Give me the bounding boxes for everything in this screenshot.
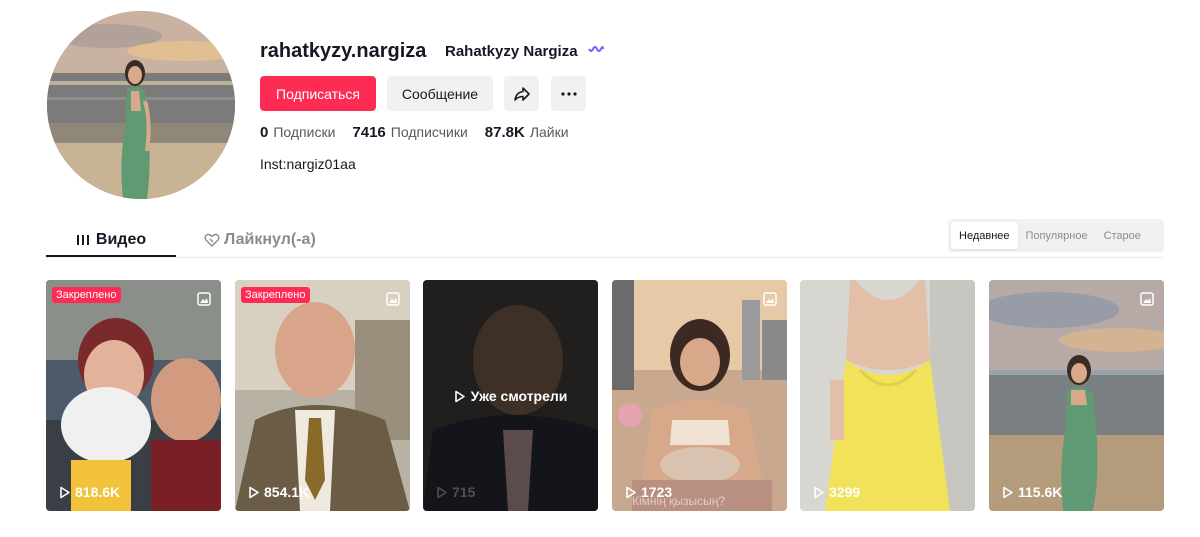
video-card[interactable]: Закреплено 854.1K: [235, 280, 410, 511]
likes-label: Лайки: [529, 124, 569, 140]
following-count: 0: [260, 124, 269, 141]
view-count: 1723: [625, 484, 672, 500]
tab-videos-label: Видео: [95, 231, 147, 248]
play-icon: [626, 486, 636, 498]
more-button[interactable]: [551, 76, 586, 111]
view-count: 715: [436, 484, 475, 500]
play-icon: [437, 486, 447, 498]
tab-liked-label: Лайкнул(-а): [224, 231, 316, 248]
sort-recent[interactable]: Недавнее: [951, 222, 1018, 249]
view-count-value: 115.6K: [1018, 484, 1063, 500]
followers-count: 7416: [352, 124, 386, 141]
avatar[interactable]: [47, 11, 235, 199]
video-card[interactable]: 3299: [800, 280, 975, 511]
view-count: 818.6K: [59, 484, 120, 500]
share-icon: [513, 86, 530, 101]
video-card[interactable]: Кімнің қызысың? 1723: [612, 280, 787, 511]
video-thumbnail: [612, 280, 787, 511]
play-icon: [1003, 486, 1013, 498]
photo-icon: [386, 292, 400, 306]
followers-label: Подписчики: [390, 124, 468, 140]
likes-stat: 87.8K Лайки: [485, 124, 569, 141]
video-card[interactable]: 115.6K: [989, 280, 1164, 511]
play-icon: [60, 486, 70, 498]
view-count-value: 3299: [829, 484, 861, 500]
profile-stats: 0 Подписки 7416 Подписчики 87.8K Лайки: [260, 124, 586, 141]
grid-icon: [76, 235, 89, 245]
video-card[interactable]: Уже смотрели 715: [423, 280, 598, 511]
liked-heart-icon: [204, 233, 220, 247]
sort-popular[interactable]: Популярное: [1018, 222, 1096, 249]
photo-icon: [763, 292, 777, 306]
video-thumbnail: [989, 280, 1164, 511]
view-count-value: 715: [452, 484, 476, 500]
tab-videos[interactable]: Видео: [46, 222, 176, 258]
view-count: 3299: [813, 484, 860, 500]
avatar-photo: [47, 11, 235, 199]
tabs-divider: [46, 257, 1164, 258]
photo-icon: [1140, 292, 1154, 306]
view-count: 854.1K: [248, 484, 309, 500]
pinned-badge: Закреплено: [52, 287, 121, 303]
play-icon: [249, 486, 259, 498]
view-count: 115.6K: [1002, 484, 1062, 500]
bio: Inst:nargiz01aa: [260, 156, 356, 172]
following-stat[interactable]: 0 Подписки: [260, 124, 335, 141]
video-thumbnail: [800, 280, 975, 511]
video-thumbnail: [235, 280, 410, 511]
followers-stat[interactable]: 7416 Подписчики: [352, 124, 467, 141]
view-count-value: 854.1K: [264, 484, 310, 500]
play-icon: [454, 390, 465, 402]
more-icon: [560, 91, 577, 96]
photo-icon: [197, 292, 211, 306]
likes-count: 87.8K: [484, 124, 525, 141]
video-card[interactable]: Закреплено 818.6K: [46, 280, 221, 511]
message-button[interactable]: Сообщение: [387, 76, 493, 111]
sort-oldest[interactable]: Старое: [1096, 222, 1149, 249]
sort-selector: Недавнее Популярное Старое: [948, 219, 1164, 252]
share-button[interactable]: [504, 76, 539, 111]
video-thumbnail: [46, 280, 221, 511]
watched-label-text: Уже смотрели: [470, 388, 568, 404]
view-count-value: 1723: [641, 484, 673, 500]
nickname: Rahatkyzy Nargiza: [445, 43, 578, 60]
view-count-value: 818.6K: [75, 484, 121, 500]
pinned-badge: Закреплено: [241, 287, 310, 303]
following-label: Подписки: [273, 124, 336, 140]
follow-button[interactable]: Подписаться: [260, 76, 376, 111]
play-icon: [814, 486, 824, 498]
tab-liked[interactable]: Лайкнул(-а): [204, 222, 316, 258]
username: rahatkyzy.nargiza: [260, 40, 427, 62]
watched-label: Уже смотрели: [423, 388, 598, 404]
wave-icon: [588, 46, 604, 52]
